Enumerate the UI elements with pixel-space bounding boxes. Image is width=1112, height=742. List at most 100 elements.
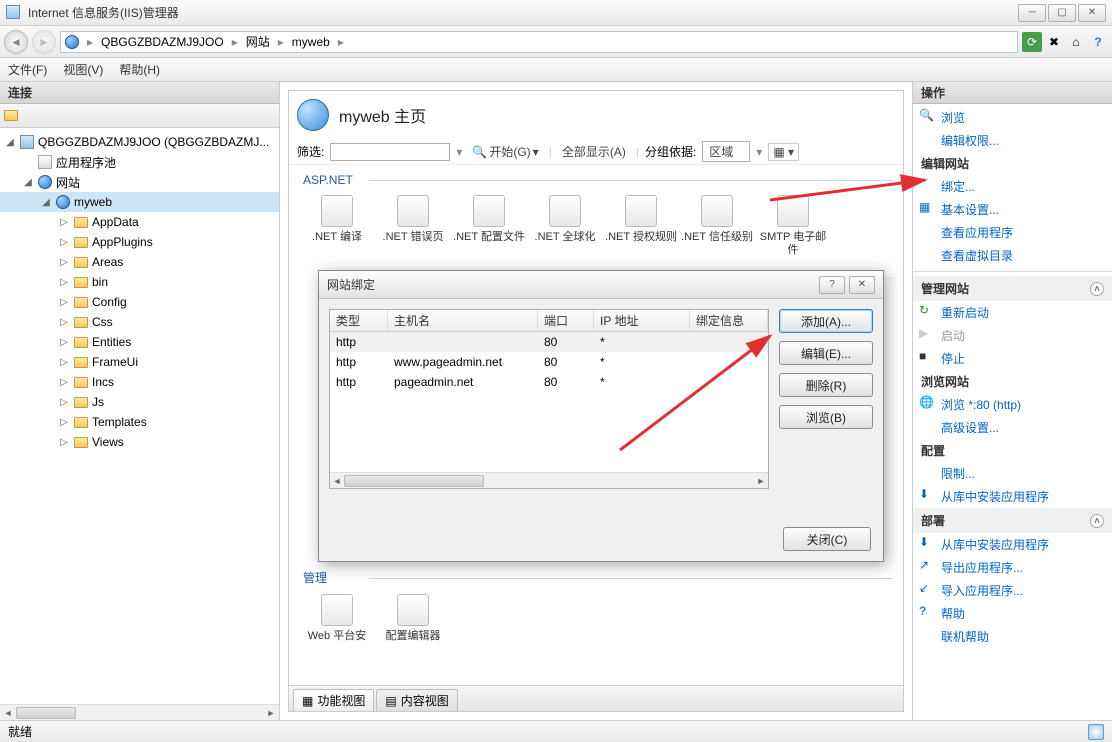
- action-edit-permissions[interactable]: 编辑权限...: [913, 129, 1112, 152]
- tree-folder[interactable]: ▷Areas: [0, 252, 279, 272]
- stop-icon[interactable]: ✖: [1044, 32, 1064, 52]
- feature-icon[interactable]: .NET 授权规则: [603, 189, 679, 263]
- action-view-apps[interactable]: 查看应用程序: [913, 221, 1112, 244]
- help-icon[interactable]: ?: [1088, 32, 1108, 52]
- feature-icon[interactable]: SMTP 电子邮件: [755, 189, 831, 263]
- folder-icon[interactable]: [4, 110, 18, 121]
- tab-content[interactable]: ▤内容视图: [376, 689, 457, 711]
- expand-icon[interactable]: ▷: [58, 237, 70, 248]
- action-browse-80[interactable]: 🌐浏览 *:80 (http): [913, 393, 1112, 416]
- tree-server[interactable]: ◢ QBGGZBDAZMJ9JOO (QBGGZBDAZMJ...: [0, 132, 279, 152]
- action-restart[interactable]: ↻重新启动: [913, 301, 1112, 324]
- tree-folder[interactable]: ▷Config: [0, 292, 279, 312]
- action-view-vdirs[interactable]: 查看虚拟目录: [913, 244, 1112, 267]
- binding-row[interactable]: http80*: [330, 332, 768, 352]
- tree-site-myweb[interactable]: ◢ myweb: [0, 192, 279, 212]
- menu-file[interactable]: 文件(F): [8, 61, 47, 78]
- action-advanced[interactable]: 高级设置...: [913, 416, 1112, 439]
- start-button[interactable]: 🔍开始(G) ▾: [468, 143, 542, 160]
- crumb-server[interactable]: QBGGZBDAZMJ9JOO: [101, 35, 224, 49]
- browse-binding-button[interactable]: 浏览(B): [779, 405, 873, 429]
- back-button[interactable]: ◄: [4, 30, 28, 54]
- edit-binding-button[interactable]: 编辑(E)...: [779, 341, 873, 365]
- feature-icon[interactable]: 配置编辑器: [375, 588, 451, 649]
- bindings-listview[interactable]: 类型 主机名 端口 IP 地址 绑定信息 http80*httpwww.page…: [329, 309, 769, 489]
- tree-folder[interactable]: ▷AppPlugins: [0, 232, 279, 252]
- tree-folder[interactable]: ▷Entities: [0, 332, 279, 352]
- expand-icon[interactable]: ▷: [58, 217, 70, 228]
- action-install-lib2[interactable]: ⬇从库中安装应用程序: [913, 533, 1112, 556]
- expand-icon[interactable]: ▷: [58, 337, 70, 348]
- crumb-sites[interactable]: 网站: [246, 33, 270, 50]
- binding-row[interactable]: httpwww.pageadmin.net80*: [330, 352, 768, 372]
- expand-icon[interactable]: ▷: [58, 377, 70, 388]
- address-bar[interactable]: ▸ QBGGZBDAZMJ9JOO ▸ 网站 ▸ myweb ▸: [60, 31, 1018, 53]
- tab-features[interactable]: ▦功能视图: [293, 689, 374, 711]
- action-help[interactable]: ?帮助: [913, 602, 1112, 625]
- col-binding[interactable]: 绑定信息: [690, 310, 768, 331]
- tree-folder[interactable]: ▷Css: [0, 312, 279, 332]
- filter-input[interactable]: [330, 143, 450, 161]
- tree-folder[interactable]: ▷Incs: [0, 372, 279, 392]
- menu-help[interactable]: 帮助(H): [119, 61, 160, 78]
- dialog-titlebar[interactable]: 网站绑定 ? ✕: [319, 271, 883, 299]
- tree-folder[interactable]: ▷FrameUi: [0, 352, 279, 372]
- collapse-icon[interactable]: ˄: [1090, 514, 1104, 528]
- tree-folder[interactable]: ▷Templates: [0, 412, 279, 432]
- action-export-app[interactable]: ↗导出应用程序...: [913, 556, 1112, 579]
- binding-row[interactable]: httppageadmin.net80*: [330, 372, 768, 392]
- refresh-icon[interactable]: ⟳: [1022, 32, 1042, 52]
- expand-icon[interactable]: ▷: [58, 257, 70, 268]
- crumb-site[interactable]: myweb: [292, 35, 330, 49]
- col-port[interactable]: 端口: [538, 310, 594, 331]
- expand-icon[interactable]: ▷: [58, 297, 70, 308]
- expand-icon[interactable]: ▷: [58, 357, 70, 368]
- menu-view[interactable]: 视图(V): [63, 61, 103, 78]
- action-bindings[interactable]: 绑定...: [913, 175, 1112, 198]
- feature-icon[interactable]: Web 平台安: [299, 588, 375, 649]
- add-binding-button[interactable]: 添加(A)...: [779, 309, 873, 333]
- feature-icon[interactable]: .NET 编译: [299, 189, 375, 263]
- action-basic-settings[interactable]: ▦基本设置...: [913, 198, 1112, 221]
- action-online-help[interactable]: 联机帮助: [913, 625, 1112, 648]
- action-limits[interactable]: 限制...: [913, 462, 1112, 485]
- minimize-button[interactable]: ─: [1018, 4, 1046, 22]
- forward-button[interactable]: ►: [32, 30, 56, 54]
- remove-binding-button[interactable]: 删除(R): [779, 373, 873, 397]
- collapse-icon[interactable]: ◢: [40, 197, 52, 208]
- home-icon[interactable]: ⌂: [1066, 32, 1086, 52]
- feature-icon[interactable]: .NET 全球化: [527, 189, 603, 263]
- tree-hscrollbar[interactable]: ◄►: [0, 704, 279, 720]
- group-by-select[interactable]: 区域: [702, 141, 750, 162]
- tree-app-pools[interactable]: 应用程序池: [0, 152, 279, 172]
- expand-icon[interactable]: ▷: [58, 277, 70, 288]
- expand-icon[interactable]: ▷: [58, 317, 70, 328]
- maximize-button[interactable]: ▢: [1048, 4, 1076, 22]
- feature-icon[interactable]: .NET 错误页: [375, 189, 451, 263]
- feature-icon[interactable]: .NET 信任级别: [679, 189, 755, 263]
- dialog-help-button[interactable]: ?: [819, 276, 845, 294]
- expand-icon[interactable]: ▷: [58, 417, 70, 428]
- tree-folder[interactable]: ▷Views: [0, 432, 279, 452]
- view-mode-button[interactable]: ▦ ▾: [768, 143, 799, 161]
- collapse-icon[interactable]: ◢: [4, 137, 16, 148]
- collapse-icon[interactable]: ˄: [1090, 282, 1104, 296]
- feature-icon[interactable]: .NET 配置文件: [451, 189, 527, 263]
- action-import-app[interactable]: ↙导入应用程序...: [913, 579, 1112, 602]
- tree-folder[interactable]: ▷AppData: [0, 212, 279, 232]
- tree-sites[interactable]: ◢ 网站: [0, 172, 279, 192]
- collapse-icon[interactable]: ◢: [22, 177, 34, 188]
- listview-hscrollbar[interactable]: ◄ ►: [330, 472, 768, 488]
- col-type[interactable]: 类型: [330, 310, 388, 331]
- show-all-button[interactable]: 全部显示(A): [558, 143, 630, 160]
- action-explore[interactable]: 🔍浏览: [913, 106, 1112, 129]
- tree-folder[interactable]: ▷Js: [0, 392, 279, 412]
- expand-icon[interactable]: ▷: [58, 397, 70, 408]
- close-dialog-button[interactable]: 关闭(C): [783, 527, 871, 551]
- col-host[interactable]: 主机名: [388, 310, 538, 331]
- col-ip[interactable]: IP 地址: [594, 310, 690, 331]
- action-install-lib[interactable]: ⬇从库中安装应用程序: [913, 485, 1112, 508]
- close-button[interactable]: ✕: [1078, 4, 1106, 22]
- expand-icon[interactable]: ▷: [58, 437, 70, 448]
- tree-folder[interactable]: ▷bin: [0, 272, 279, 292]
